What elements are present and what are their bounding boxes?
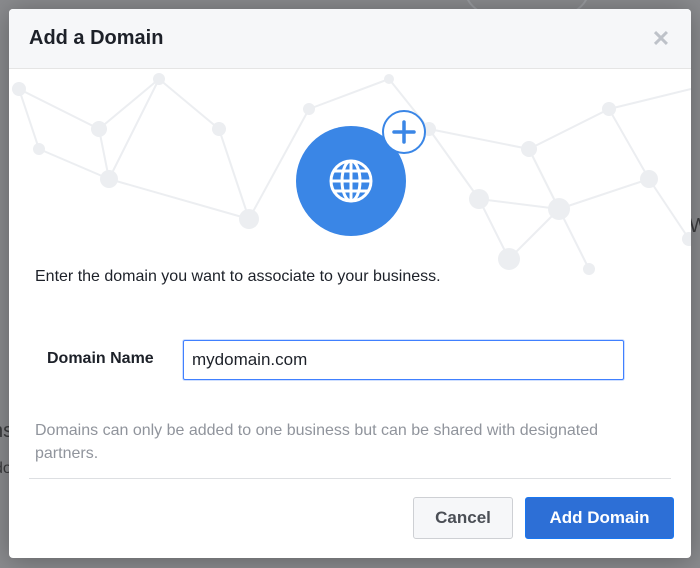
plus-icon xyxy=(392,120,416,144)
intro-text: Enter the domain you want to associate t… xyxy=(35,268,441,285)
add-domain-dialog: Add a Domain ✕ Enter the domain you want… xyxy=(9,9,691,558)
plus-badge xyxy=(382,110,426,154)
footer-divider xyxy=(29,478,671,479)
domain-hero-graphic xyxy=(296,106,428,236)
add-domain-button[interactable]: Add Domain xyxy=(525,497,674,539)
dialog-header: Add a Domain ✕ xyxy=(9,9,691,69)
sharing-note: Domains can only be added to one busines… xyxy=(35,422,599,462)
close-icon[interactable]: ✕ xyxy=(651,28,671,50)
domain-name-label: Domain Name xyxy=(47,350,154,367)
dialog-title: Add a Domain xyxy=(29,27,164,49)
globe-icon xyxy=(329,159,373,203)
cancel-button[interactable]: Cancel xyxy=(413,497,513,539)
domain-name-input[interactable] xyxy=(183,340,624,380)
